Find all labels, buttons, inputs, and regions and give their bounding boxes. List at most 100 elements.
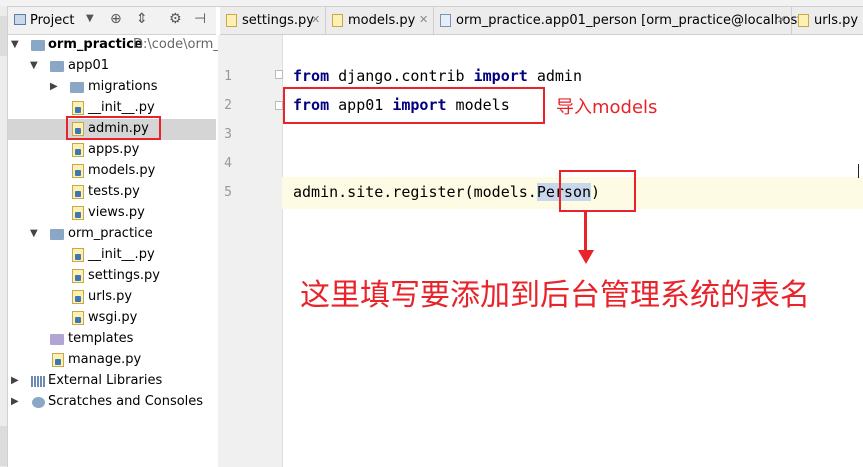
close-icon[interactable]: ✕ <box>419 13 428 26</box>
tab-settings[interactable]: settings.py ✕ <box>220 7 326 34</box>
tree-item-label: External Libraries <box>48 373 163 388</box>
code-text: django.contrib <box>329 67 474 85</box>
tree-item-orm-init[interactable]: __init__.py <box>8 245 216 266</box>
project-panel-header: Project ▼ ⊕ ⇕ ⚙ ⊣ <box>8 7 216 35</box>
chevron-right-icon[interactable]: ▶ <box>50 81 58 92</box>
python-file-icon <box>72 185 84 199</box>
table-icon <box>440 14 451 27</box>
tree-item-label: views.py <box>88 205 145 220</box>
tree-item-root[interactable]: ▼ orm_practice D:\code\orm_p <box>8 35 228 56</box>
python-file-icon <box>332 14 343 27</box>
favorites-tool-button[interactable] <box>0 426 7 466</box>
folder-icon <box>50 229 64 240</box>
project-tree: ▼ orm_practice D:\code\orm_p ▼ app01 ▶ m… <box>8 35 228 467</box>
tree-item-label: migrations <box>88 79 158 94</box>
code-line-5[interactable]: admin.site.register(models.Person) <box>293 183 600 201</box>
python-file-icon <box>72 101 84 115</box>
hide-icon[interactable]: ⊣ <box>194 11 206 27</box>
tree-item-label: orm_practice <box>68 226 153 241</box>
tab-label: settings.py <box>242 13 314 28</box>
tree-item-models[interactable]: models.py <box>8 161 216 182</box>
gear-icon[interactable]: ⚙ <box>169 11 182 27</box>
tree-item-urls[interactable]: urls.py <box>8 287 216 308</box>
keyword: import <box>473 67 528 85</box>
tree-item-scratches[interactable]: ▶ Scratches and Consoles <box>8 392 216 413</box>
tree-item-label: __init__.py <box>88 247 155 262</box>
close-icon[interactable]: ✕ <box>777 13 786 26</box>
python-file-icon <box>72 206 84 220</box>
top-breadcrumb-strip <box>0 0 863 7</box>
fold-marker-icon[interactable] <box>275 70 283 79</box>
line-number: 5 <box>224 185 232 200</box>
line-number: 2 <box>224 98 232 113</box>
chevron-down-icon[interactable]: ▼ <box>30 60 38 71</box>
folder-icon <box>50 61 64 72</box>
tree-item-manage[interactable]: manage.py <box>8 350 216 371</box>
chevron-right-icon[interactable]: ▶ <box>11 396 19 407</box>
tree-item-migrations[interactable]: ▶ migrations <box>8 77 216 98</box>
tab-label: orm_practice.app01_person [orm_practice@… <box>456 13 808 28</box>
tree-item-label: settings.py <box>88 268 160 283</box>
import-note: 导入models <box>556 97 658 118</box>
close-icon[interactable]: ✕ <box>311 13 320 26</box>
tree-item-label: app01 <box>68 58 110 73</box>
collapse-icon[interactable]: ⇕ <box>136 11 148 27</box>
left-tool-strip[interactable] <box>0 6 8 467</box>
line-number: 3 <box>224 127 232 142</box>
python-file-icon <box>72 311 84 325</box>
project-view-title[interactable]: Project <box>30 13 74 28</box>
tree-item-label: tests.py <box>88 184 140 199</box>
locate-icon[interactable]: ⊕ <box>110 11 122 27</box>
tree-item-templates[interactable]: templates <box>8 329 216 350</box>
tree-item-apps[interactable]: apps.py <box>8 140 216 161</box>
tree-item-external-libraries[interactable]: ▶ External Libraries <box>8 371 216 392</box>
tree-item-views[interactable]: views.py <box>8 203 216 224</box>
tree-item-tests[interactable]: tests.py <box>8 182 216 203</box>
tab-urls[interactable]: urls.py <box>792 7 863 34</box>
python-file-icon <box>798 14 809 27</box>
tree-item-label: urls.py <box>88 289 133 304</box>
python-file-icon <box>72 269 84 283</box>
code-line-1[interactable]: from django.contrib import admin <box>293 67 582 85</box>
root-folder-name: orm_practice <box>48 37 143 52</box>
admin-file-highlight <box>66 116 161 140</box>
project-tool-button[interactable] <box>0 16 7 56</box>
tree-item-label: apps.py <box>88 142 140 157</box>
tree-item-app01[interactable]: ▼ app01 <box>8 56 216 77</box>
root-folder-path: D:\code\orm_p <box>133 37 228 52</box>
import-highlight-box <box>283 87 545 124</box>
tree-item-orm-practice[interactable]: ▼ orm_practice <box>8 224 216 245</box>
tree-item-label: templates <box>68 331 134 346</box>
tab-models[interactable]: models.py ✕ <box>326 7 434 34</box>
tab-label: models.py <box>348 13 416 28</box>
folder-icon <box>50 334 64 345</box>
tab-label: urls.py <box>814 13 859 28</box>
folder-icon <box>31 40 45 51</box>
folder-icon <box>70 82 84 93</box>
python-file-icon <box>72 248 84 262</box>
chevron-down-icon[interactable]: ▼ <box>11 39 19 50</box>
tree-item-label: wsgi.py <box>88 310 138 325</box>
tree-item-label: models.py <box>88 163 156 178</box>
project-icon <box>14 14 26 25</box>
arrow-down-icon <box>578 250 594 264</box>
person-highlight-box <box>559 170 636 212</box>
code-text: admin.site.register(models. <box>293 183 537 201</box>
editor-tabs: settings.py ✕ models.py ✕ orm_practice.a… <box>220 7 863 35</box>
library-icon <box>31 376 45 387</box>
scratches-icon <box>32 397 45 408</box>
code-text: admin <box>527 67 582 85</box>
chevron-down-icon[interactable]: ▼ <box>86 13 94 24</box>
tree-item-label: Scratches and Consoles <box>48 394 204 409</box>
python-file-icon <box>72 290 84 304</box>
tree-item-settings[interactable]: settings.py <box>8 266 216 287</box>
tab-db-table[interactable]: orm_practice.app01_person [orm_practice@… <box>434 7 807 34</box>
tree-item-wsgi[interactable]: wsgi.py <box>8 308 216 329</box>
chevron-right-icon[interactable]: ▶ <box>11 375 19 386</box>
tree-item-label: __init__.py <box>88 100 155 115</box>
python-file-icon <box>72 164 84 178</box>
fold-marker-icon[interactable] <box>275 101 283 110</box>
chevron-down-icon[interactable]: ▼ <box>30 228 38 239</box>
line-number: 1 <box>224 69 232 84</box>
text-caret <box>858 164 859 178</box>
